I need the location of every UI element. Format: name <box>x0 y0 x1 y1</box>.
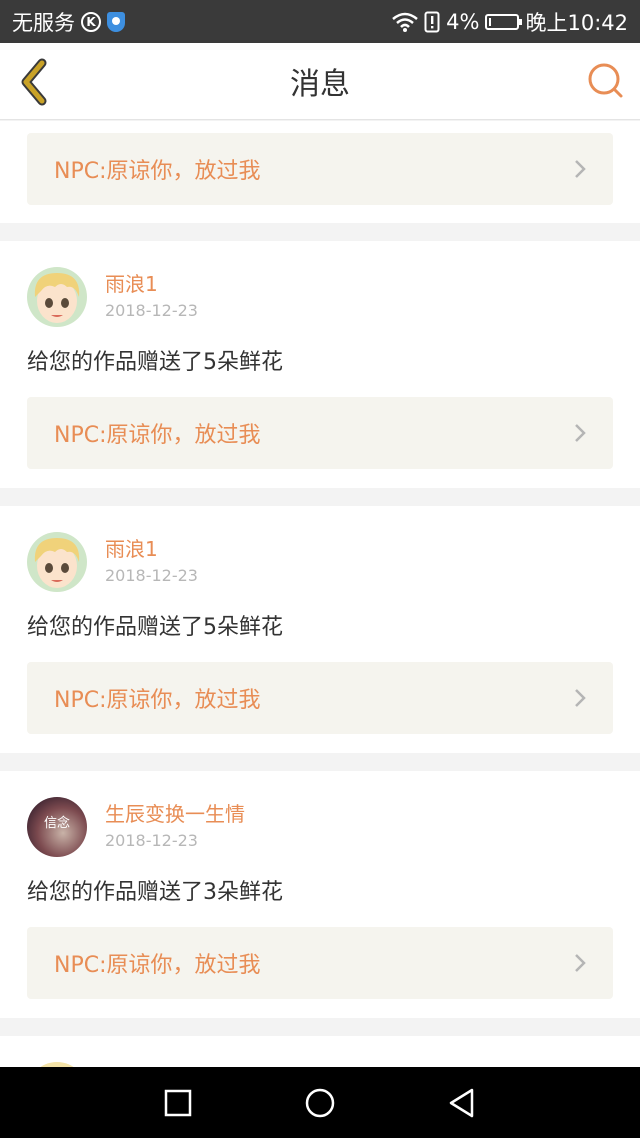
message-text: 给您的作品赠送了5朵鲜花 <box>27 350 283 375</box>
status-left: 无服务 K <box>12 7 125 37</box>
system-nav-bar <box>0 1067 640 1138</box>
xinnian-photo-avatar-icon: 信念 <box>27 797 87 857</box>
back-button[interactable] <box>446 1087 478 1119</box>
home-button[interactable] <box>304 1087 336 1119</box>
search-icon[interactable] <box>586 61 626 101</box>
battery-icon <box>485 13 523 30</box>
cartoon-boy-avatar-icon <box>27 267 87 327</box>
nav-bar: 消息 <box>0 43 640 120</box>
username[interactable]: 生辰变换一生情 <box>105 801 245 827</box>
message-date: 2018-12-23 <box>105 566 198 585</box>
clock: 晚上10:42 <box>525 10 628 35</box>
shield-icon <box>107 11 125 32</box>
page-title: 消息 <box>290 67 350 102</box>
chevron-right-icon <box>575 424 586 442</box>
sim-alert-icon <box>424 11 440 32</box>
message-user-row: 雨浪1 2018-12-23 <box>27 267 613 327</box>
work-reference-text: NPC:原谅你，放过我 <box>54 953 261 978</box>
message-text: 给您的作品赠送了5朵鲜花 <box>27 615 283 640</box>
work-reference-text: NPC:原谅你，放过我 <box>54 159 261 184</box>
username[interactable]: 雨浪1 <box>105 271 198 297</box>
message-date: 2018-12-23 <box>105 831 198 850</box>
message-date: 2018-12-23 <box>105 301 198 320</box>
message-user-row: 雨浪1 2018-12-23 <box>27 532 613 592</box>
chevron-right-icon <box>575 954 586 972</box>
message-card: 雨浪1 2018-12-23 给您的作品赠送了5朵鲜花 NPC:原谅你，放过我 <box>0 241 640 488</box>
wifi-icon <box>392 12 418 32</box>
message-text: 给您的作品赠送了3朵鲜花 <box>27 880 283 905</box>
work-reference-link[interactable]: NPC:原谅你，放过我 <box>27 927 613 999</box>
username[interactable]: 雨浪1 <box>105 536 198 562</box>
triangle-back-icon <box>449 1088 474 1118</box>
message-card: NPC:原谅你，放过我 <box>0 121 640 223</box>
back-icon[interactable] <box>14 57 58 107</box>
work-reference-text: NPC:原谅你，放过我 <box>54 423 261 448</box>
work-reference-text: NPC:原谅你，放过我 <box>54 688 261 713</box>
user-avatar[interactable] <box>27 267 87 327</box>
cartoon-boy-avatar-icon <box>27 532 87 592</box>
user-meta: 雨浪1 2018-12-23 <box>105 271 198 323</box>
message-card: 信念 生辰变换一生情 2018-12-23 给您的作品赠送了3朵鲜花 NPC:原… <box>0 771 640 1018</box>
chevron-right-icon <box>575 160 586 178</box>
battery-percent: 4% <box>446 9 480 34</box>
work-reference-link[interactable]: NPC:原谅你，放过我 <box>27 662 613 734</box>
chevron-right-icon <box>575 689 586 707</box>
work-reference-link[interactable]: NPC:原谅你，放过我 <box>27 133 613 205</box>
square-icon <box>164 1089 192 1117</box>
user-meta: 雨浪1 2018-12-23 <box>105 536 198 588</box>
status-bar: 无服务 K 4% 晚上10:42 <box>0 0 640 43</box>
message-list[interactable]: NPC:原谅你，放过我 雨浪1 2018-12-23 给您的作品赠送了5朵鲜花 … <box>0 121 640 1067</box>
status-right: 4% 晚上10:42 <box>392 7 628 37</box>
carrier-text: 无服务 <box>12 10 75 35</box>
avatar-caption: 信念 <box>44 815 70 831</box>
message-card-partial <box>0 1036 640 1067</box>
user-avatar[interactable]: 信念 <box>27 797 87 857</box>
user-avatar[interactable] <box>27 532 87 592</box>
circle-icon <box>305 1088 335 1118</box>
work-reference-link[interactable]: NPC:原谅你，放过我 <box>27 397 613 469</box>
message-card: 雨浪1 2018-12-23 给您的作品赠送了5朵鲜花 NPC:原谅你，放过我 <box>0 506 640 753</box>
user-meta: 生辰变换一生情 2018-12-23 <box>105 801 245 853</box>
k-icon: K <box>81 11 101 32</box>
battery-level <box>489 17 492 26</box>
message-user-row: 信念 生辰变换一生情 2018-12-23 <box>27 797 613 857</box>
recent-apps-button[interactable] <box>162 1087 194 1119</box>
